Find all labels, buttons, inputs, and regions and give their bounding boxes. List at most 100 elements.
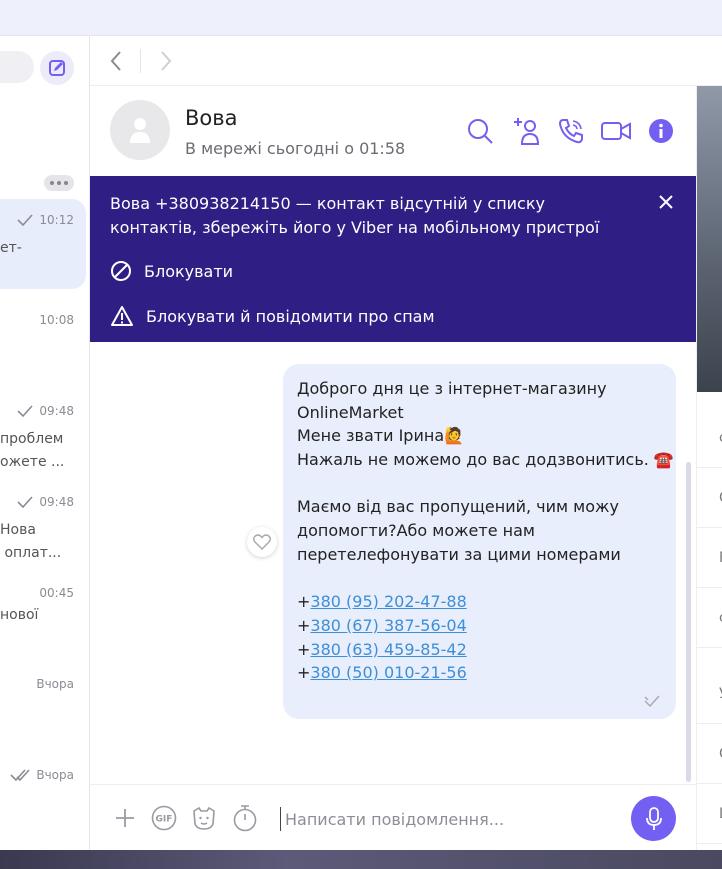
- message-line: допомогти?Або можете нам: [297, 521, 535, 541]
- phone-line: +380 (95) 202-47-88: [297, 592, 467, 612]
- chat-area: Доброго дня це з інтернет-магазину Onlin…: [90, 342, 696, 784]
- timer-icon: [233, 805, 257, 832]
- contact-info-panel: с С П с У С L: [696, 86, 722, 850]
- chat-list-item[interactable]: Вчора: [0, 754, 86, 844]
- chat-snippet: Нова оплат...: [0, 522, 62, 561]
- info-panel-item[interactable]: с: [697, 588, 722, 648]
- sticker-button[interactable]: [190, 804, 218, 832]
- scrollbar[interactable]: [686, 462, 691, 782]
- attach-button[interactable]: [111, 804, 139, 832]
- message-line: [297, 567, 662, 591]
- gif-icon: GIF: [151, 805, 177, 831]
- message-line: [297, 472, 662, 496]
- block-report-label: Блокувати й повідомити про спам: [146, 306, 435, 326]
- more-options-button[interactable]: [44, 175, 74, 191]
- phone-line: +380 (67) 387-56-04: [297, 615, 467, 635]
- contact-status: В мережі сьогодні о 01:58: [185, 139, 406, 158]
- add-contact-icon: [514, 118, 540, 145]
- search-button[interactable]: [463, 114, 497, 148]
- navigation-bar: [90, 36, 722, 86]
- message-bubble[interactable]: Доброго дня це з інтернет-магазину Onlin…: [283, 364, 676, 719]
- compose-button[interactable]: [40, 51, 74, 85]
- unknown-contact-banner: Вова +380938214150 — контакт відсутній у…: [90, 176, 696, 342]
- warning-icon: [111, 306, 133, 326]
- message-composer: GIF: [90, 784, 696, 850]
- message-line: Доброго дня це з інтернет-магазину: [297, 379, 607, 398]
- like-button[interactable]: [247, 527, 277, 557]
- chat-list-item[interactable]: Вчора: [0, 663, 86, 753]
- chat-time: 00:45: [39, 586, 74, 600]
- call-button[interactable]: [554, 114, 588, 148]
- block-label: Блокувати: [144, 261, 234, 281]
- window-top-bar: [0, 0, 722, 36]
- video-icon: [601, 122, 631, 140]
- info-icon: [649, 119, 673, 143]
- svg-text:GIF: GIF: [156, 815, 173, 825]
- phone-link[interactable]: 380 (95) 202-47-88: [310, 592, 466, 611]
- block-button[interactable]: Блокувати: [110, 260, 233, 282]
- chat-time: Вчора: [36, 768, 74, 782]
- info-panel-item[interactable]: С: [697, 724, 722, 784]
- search-field[interactable]: [0, 51, 34, 83]
- close-icon: [659, 195, 673, 209]
- avatar[interactable]: [110, 100, 170, 160]
- search-icon: [468, 119, 493, 144]
- check-icon: [17, 496, 34, 508]
- info-panel-item[interactable]: с: [697, 408, 722, 468]
- chat-list-item[interactable]: 10:12 ет-: [0, 199, 86, 289]
- info-panel-item[interactable]: П: [697, 528, 722, 588]
- phone-link[interactable]: 380 (50) 010-21-56: [310, 663, 466, 682]
- message-line: Мене звати Ірина🙋: [297, 426, 465, 446]
- info-panel-item[interactable]: У: [697, 664, 722, 724]
- block-icon: [111, 261, 131, 281]
- contact-name: Вова: [185, 106, 238, 130]
- timer-button[interactable]: [231, 804, 259, 832]
- message-line: перетелефонувати за цими номерами: [297, 544, 621, 564]
- phone-line: +380 (63) 459-85-42: [297, 639, 467, 659]
- check-icon: [17, 214, 34, 226]
- chat-list-item[interactable]: 09:48 проблем ожете ...: [0, 390, 86, 480]
- chat-list-sidebar: 10:12 ет- 10:08 09:48 проблем ожете ... …: [0, 36, 90, 850]
- chevron-left-icon: [110, 51, 121, 71]
- chat-snippet: нової: [0, 607, 39, 623]
- video-call-button[interactable]: [599, 114, 633, 148]
- forward-button[interactable]: [153, 48, 179, 74]
- banner-text: Вова +380938214150 — контакт відсутній у…: [110, 194, 600, 237]
- close-button[interactable]: [654, 190, 678, 214]
- info-panel-item[interactable]: L: [697, 784, 722, 844]
- info-panel-item[interactable]: С: [697, 468, 722, 528]
- person-icon: [130, 118, 150, 143]
- back-button[interactable]: [103, 48, 129, 74]
- block-report-button[interactable]: Блокувати й повідомити про спам: [110, 305, 435, 327]
- chat-snippet: проблем ожете ...: [0, 431, 65, 470]
- heart-icon: [253, 534, 271, 550]
- chat-time: 10:08: [39, 313, 74, 327]
- voice-message-button[interactable]: [631, 796, 676, 841]
- plus-icon: [116, 809, 134, 827]
- contact-photo: [697, 86, 722, 392]
- chat-list-item[interactable]: 10:08: [0, 299, 86, 389]
- delivered-icon: [644, 695, 660, 707]
- desktop-background: [0, 850, 722, 869]
- divider: [140, 49, 141, 73]
- chat-time: 10:12: [39, 213, 74, 227]
- chat-list-item[interactable]: 00:45 нової: [0, 572, 86, 662]
- message-input[interactable]: [280, 807, 610, 831]
- info-button[interactable]: [644, 114, 678, 148]
- microphone-icon: [645, 806, 662, 830]
- chevron-right-icon: [161, 51, 172, 71]
- message-line: Маємо від вас пропущений, чим можу: [297, 497, 619, 517]
- add-contact-button[interactable]: [509, 114, 543, 148]
- gif-button[interactable]: GIF: [150, 804, 178, 832]
- chat-time: 09:48: [39, 404, 74, 418]
- chat-list-item[interactable]: 09:48 Нова оплат...: [0, 481, 86, 571]
- message-line: Нажаль не можемо до вас додзвонитись. ☎️: [297, 450, 674, 470]
- check-icon: [17, 405, 34, 417]
- message-line: OnlineMarket: [297, 402, 404, 422]
- chat-header: Вова В мережі сьогодні о 01:58: [90, 86, 696, 176]
- sticker-icon: [193, 806, 215, 830]
- phone-link[interactable]: 380 (67) 387-56-04: [310, 616, 466, 635]
- phone-link[interactable]: 380 (63) 459-85-42: [310, 640, 466, 659]
- chat-snippet: ет-: [0, 240, 22, 256]
- chat-time: 09:48: [39, 495, 74, 509]
